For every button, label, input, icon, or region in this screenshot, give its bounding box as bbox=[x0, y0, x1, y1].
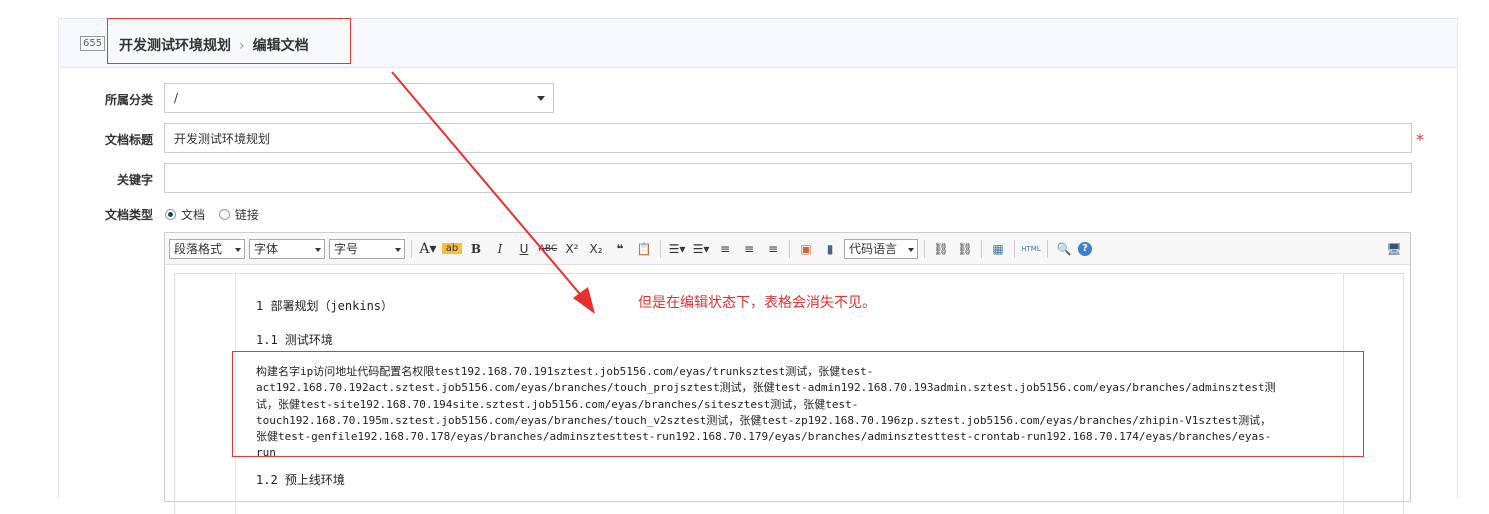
annotation-note: 但是在编辑状态下，表格会消失不见。 bbox=[638, 295, 876, 311]
arrow-shaft bbox=[391, 71, 586, 301]
annotation-arrow bbox=[391, 71, 595, 314]
